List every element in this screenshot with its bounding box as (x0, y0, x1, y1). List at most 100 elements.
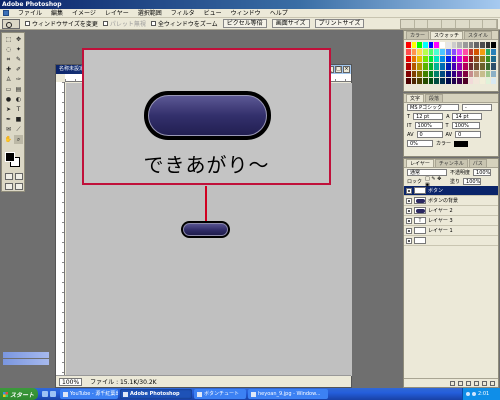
layer-row[interactable] (404, 236, 498, 246)
color-swatch[interactable] (485, 56, 491, 63)
eyedropper-icon[interactable]: ⟋ (14, 125, 23, 134)
color-swatch[interactable] (445, 70, 451, 77)
leading-field[interactable]: 14 pt (452, 113, 483, 120)
tab-color[interactable]: カラー (406, 31, 430, 39)
layer-row[interactable]: レイヤー 1 (404, 226, 498, 236)
actual-pixels-button[interactable]: ピクセル等倍 (222, 19, 267, 28)
opacity-field[interactable]: 100% (473, 169, 492, 176)
layer-row[interactable]: ボタンの背景 (404, 196, 498, 206)
color-swatch[interactable] (440, 49, 445, 56)
eye-icon[interactable] (406, 187, 412, 194)
healing-brush-icon[interactable]: ✚ (4, 65, 13, 74)
color-swatch[interactable] (485, 70, 491, 77)
color-swatch[interactable] (406, 77, 411, 84)
color-swatch[interactable] (411, 70, 417, 77)
menu-help[interactable]: ヘルプ (270, 9, 288, 18)
close-icon[interactable]: × (343, 66, 350, 73)
font-size-field[interactable]: 12 pt (413, 113, 444, 120)
taskbar-item[interactable]: ボタンチュート (194, 389, 246, 399)
color-swatch[interactable] (491, 42, 496, 49)
color-swatch[interactable] (428, 56, 434, 63)
color-swatch[interactable] (485, 42, 491, 49)
color-swatch[interactable] (406, 42, 411, 49)
color-swatch[interactable] (474, 77, 479, 84)
color-swatch[interactable] (474, 49, 479, 56)
color-swatch[interactable] (468, 42, 474, 49)
color-swatch[interactable] (457, 63, 462, 70)
color-swatch[interactable] (434, 70, 440, 77)
color-swatch[interactable] (411, 77, 417, 84)
color-swatch[interactable] (451, 77, 457, 84)
color-swatch[interactable] (468, 70, 474, 77)
color-swatch[interactable] (451, 56, 457, 63)
color-swatch[interactable] (462, 77, 468, 84)
color-swatch[interactable] (417, 77, 423, 84)
color-swatch[interactable] (440, 77, 445, 84)
menu-edit[interactable]: 編集 (51, 9, 63, 18)
color-swatch[interactable] (479, 42, 485, 49)
tsume-field[interactable]: 0% (407, 140, 433, 147)
color-swatch[interactable] (451, 70, 457, 77)
color-swatch[interactable] (451, 42, 457, 49)
minimized-window[interactable] (3, 352, 49, 358)
layer-row[interactable]: レイヤー 2 (404, 206, 498, 216)
color-swatch[interactable] (457, 42, 462, 49)
color-swatch[interactable] (411, 63, 417, 70)
zoom-level-field[interactable]: 100% (59, 377, 83, 386)
new-layer-icon[interactable] (482, 380, 487, 386)
color-swatch[interactable] (491, 70, 496, 77)
standard-mode-icon[interactable] (5, 173, 13, 180)
menu-layer[interactable]: レイヤー (105, 9, 129, 18)
file-size-info[interactable]: ファイル : 15.1K/30.2K (90, 377, 156, 386)
tab-paths[interactable]: パス (468, 159, 487, 167)
dodge-tool-icon[interactable]: ◐ (14, 95, 23, 104)
foreground-color-swatch[interactable] (5, 152, 15, 162)
tray-icon[interactable] (466, 392, 470, 396)
layer-row[interactable]: T レイヤー 3 (404, 216, 498, 226)
lock-icons[interactable]: □ ✎ ✥ ▣ (425, 176, 447, 188)
history-brush-icon[interactable]: ✑ (14, 75, 23, 84)
zoom-tool-preset[interactable] (2, 18, 20, 29)
lasso-tool-icon[interactable]: ◌ (4, 45, 13, 54)
zoom-tool-icon[interactable]: ⌕ (14, 135, 23, 144)
minimized-window[interactable] (3, 359, 49, 365)
color-swatch[interactable] (428, 70, 434, 77)
screen-mode-full-icon[interactable] (15, 183, 23, 190)
pen-tool-icon[interactable]: ✒ (4, 115, 13, 124)
color-swatch[interactable] (423, 63, 428, 70)
notes-tool-icon[interactable]: ✉ (4, 125, 13, 134)
color-swatch[interactable] (462, 49, 468, 56)
color-swatch[interactable] (406, 49, 411, 56)
color-swatch[interactable] (479, 77, 485, 84)
color-swatch[interactable] (417, 49, 423, 56)
color-swatch[interactable] (445, 42, 451, 49)
tab-layers[interactable]: レイヤー (406, 159, 434, 167)
color-swatch[interactable] (417, 63, 423, 70)
color-swatch[interactable] (434, 63, 440, 70)
tracking-field[interactable]: 0 (455, 131, 482, 138)
eye-icon[interactable] (406, 207, 412, 214)
kerning-field[interactable]: 0 (416, 131, 443, 138)
color-swatch[interactable] (485, 63, 491, 70)
color-swatch[interactable] (434, 49, 440, 56)
color-swatch[interactable] (440, 56, 445, 63)
color-swatch[interactable] (457, 77, 462, 84)
eye-icon[interactable] (406, 227, 412, 234)
menu-file[interactable]: ファイル (18, 9, 42, 18)
taskbar-item-active[interactable]: Adobe Photoshop (120, 389, 192, 399)
color-swatch[interactable] (457, 49, 462, 56)
color-swatch[interactable] (417, 70, 423, 77)
path-select-icon[interactable]: ➤ (4, 105, 13, 114)
color-swatch[interactable] (491, 56, 496, 63)
color-swatch[interactable] (445, 56, 451, 63)
menu-window[interactable]: ウィンドウ (231, 9, 261, 18)
eye-icon[interactable] (406, 197, 412, 204)
vertical-scale-field[interactable]: 100% (414, 122, 443, 129)
hand-tool-icon[interactable]: ✋ (4, 135, 13, 144)
color-swatch[interactable] (491, 49, 496, 56)
clone-stamp-icon[interactable]: ♙ (4, 75, 13, 84)
color-swatch[interactable] (451, 49, 457, 56)
blur-tool-icon[interactable]: ● (4, 95, 13, 104)
link-icon[interactable] (450, 380, 455, 386)
text-color-swatch[interactable] (454, 140, 469, 147)
